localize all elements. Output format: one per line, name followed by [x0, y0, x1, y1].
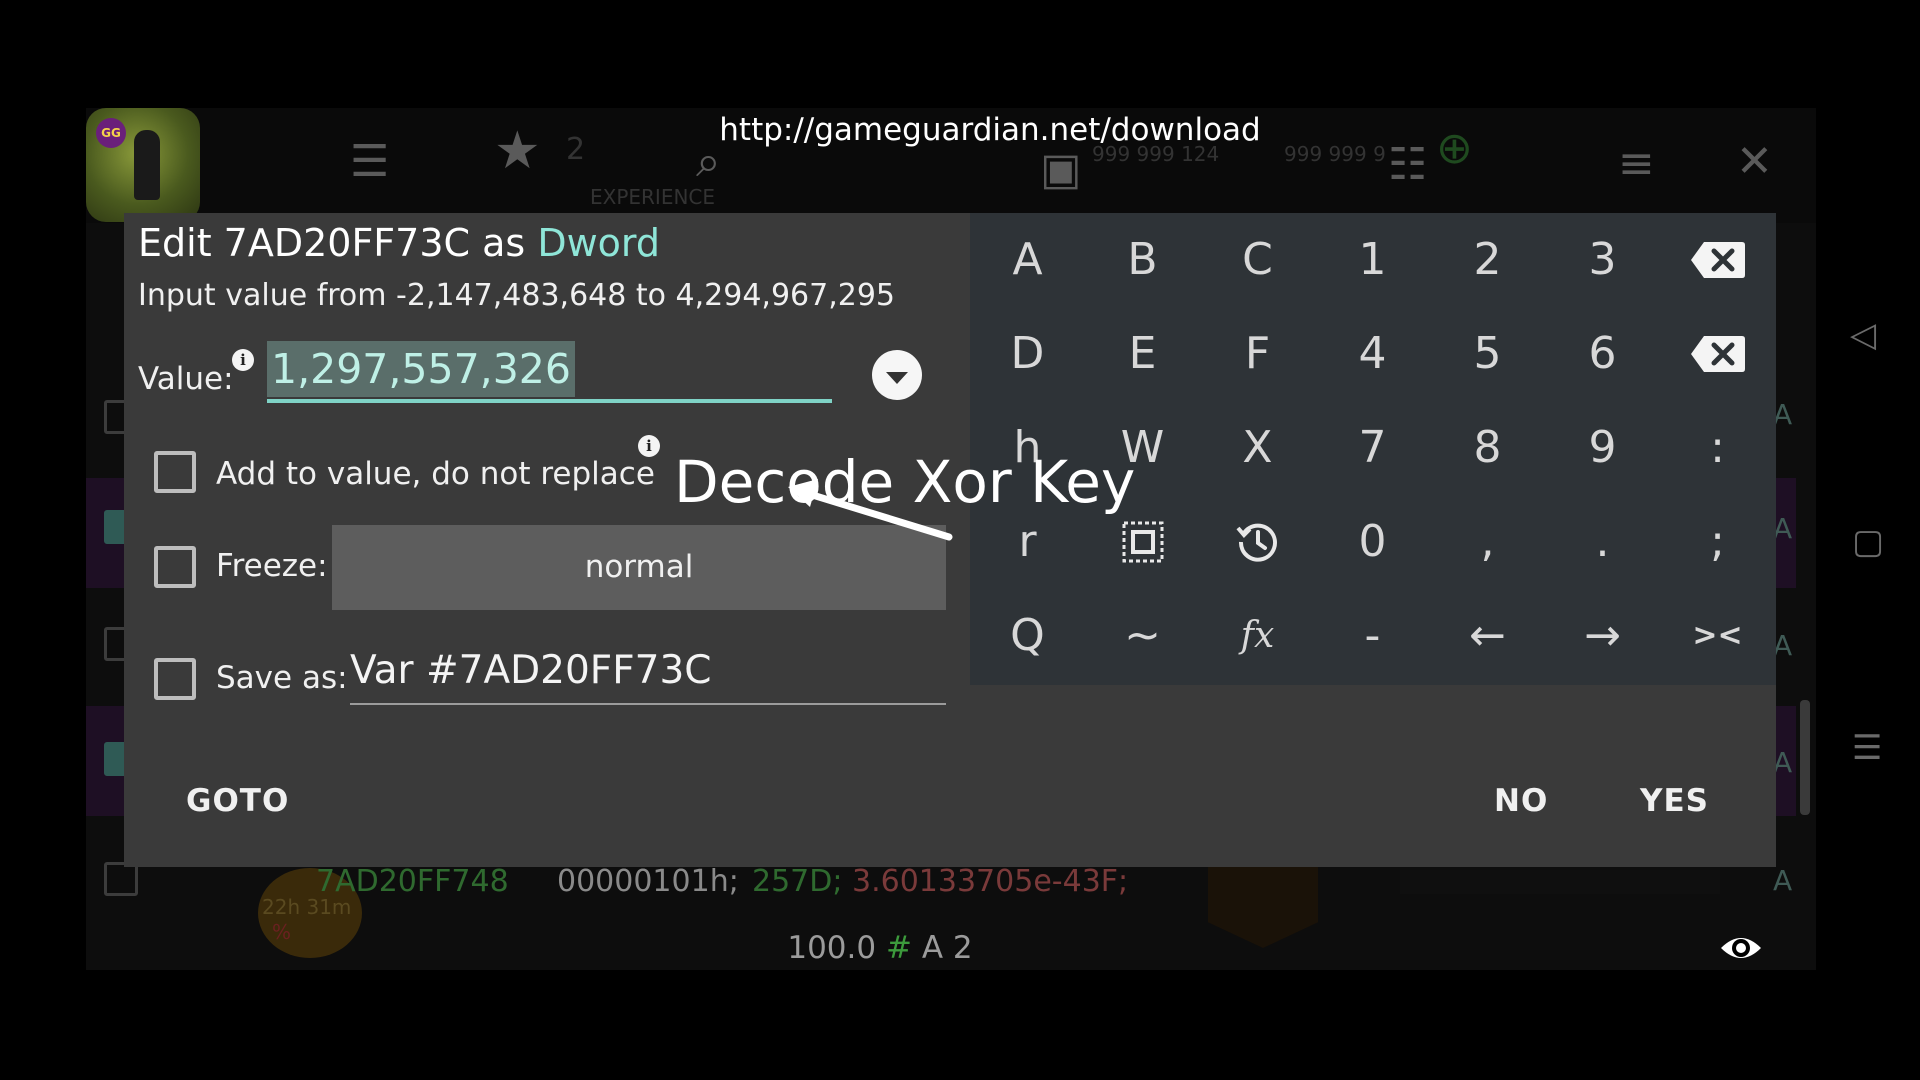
back-nav-icon[interactable]: ◁: [1850, 315, 1876, 355]
save-as-checkbox[interactable]: [154, 658, 196, 700]
key-c[interactable]: C: [1200, 213, 1315, 307]
key-0[interactable]: 0: [1315, 495, 1430, 589]
speed-value: 100.0: [787, 930, 877, 966]
row-address: 7AD20FF748: [316, 864, 509, 899]
timer-percent: %: [272, 920, 292, 944]
no-button[interactable]: NO: [1494, 783, 1548, 819]
save-icon[interactable]: ▣: [1040, 148, 1082, 192]
row-float-value: 3.60133705e-43F;: [852, 864, 1129, 899]
region-value: A: [921, 930, 944, 966]
row-dec-value: 257D;: [752, 864, 843, 899]
eye-icon[interactable]: [1718, 928, 1764, 968]
ninja-figure-icon: [134, 130, 160, 200]
key-8[interactable]: 8: [1430, 401, 1545, 495]
select-all-icon: [1122, 521, 1163, 563]
row-type-label: A: [1773, 864, 1793, 897]
input-range-hint: Input value from -2,147,483,648 to 4,294…: [138, 278, 896, 313]
value-input[interactable]: 1,297,557,326: [267, 341, 832, 403]
recents-nav-icon[interactable]: ☰: [1852, 728, 1882, 768]
key-q[interactable]: Q: [970, 589, 1085, 683]
sliders-icon[interactable]: ☰: [350, 140, 389, 184]
key-e[interactable]: E: [1085, 307, 1200, 401]
history-key[interactable]: [1200, 495, 1315, 589]
close-icon[interactable]: ✕: [1736, 140, 1773, 184]
freeze-label[interactable]: Freeze:: [216, 548, 328, 584]
key-semicolon[interactable]: ;: [1660, 495, 1775, 589]
key-3[interactable]: 3: [1545, 213, 1660, 307]
key-period[interactable]: .: [1545, 495, 1660, 589]
list-icon[interactable]: ☷: [1388, 143, 1427, 187]
collapse-keyboard-key[interactable]: ><: [1660, 589, 1775, 683]
key-minus[interactable]: -: [1315, 589, 1430, 683]
gameguardian-app-icon[interactable]: GG: [86, 108, 200, 222]
value-label: Value:: [138, 361, 234, 397]
key-4[interactable]: 4: [1315, 307, 1430, 401]
dialog-title-prefix: Edit 7AD20FF73C as: [138, 221, 526, 265]
yes-button[interactable]: YES: [1640, 783, 1709, 819]
bg-progress-bar: [1400, 870, 1720, 894]
row-checkbox[interactable]: [104, 862, 138, 896]
star-icon: ★: [494, 121, 541, 181]
add-to-value-checkbox[interactable]: [154, 451, 196, 493]
annotation-label: Decode Xor Key: [674, 448, 1136, 516]
dialog-title: Edit 7AD20FF73C as Dword: [138, 221, 660, 265]
key-colon[interactable]: :: [1660, 401, 1775, 495]
url-watermark: http://gameguardian.net/download: [719, 112, 1261, 148]
chevron-down-icon: [886, 371, 908, 384]
freeze-checkbox[interactable]: [154, 546, 196, 588]
list-scrollbar[interactable]: [1800, 700, 1810, 815]
key-5[interactable]: 5: [1430, 307, 1545, 401]
row-hex-value: 00000101h;: [557, 864, 739, 899]
key-f[interactable]: F: [1200, 307, 1315, 401]
edit-value-dialog: Edit 7AD20FF73C as Dword Input value fro…: [124, 213, 1776, 867]
cursor-left-key[interactable]: ←: [1430, 589, 1545, 683]
value-type-link[interactable]: Dword: [537, 221, 660, 265]
hash-marker: #: [885, 930, 912, 966]
key-7[interactable]: 7: [1315, 401, 1430, 495]
key-tilde[interactable]: ~: [1085, 589, 1200, 683]
clear-key[interactable]: [1660, 307, 1775, 401]
menu-icon[interactable]: ≡: [1618, 142, 1655, 186]
backspace-key[interactable]: [1660, 213, 1775, 307]
save-as-input[interactable]: Var #7AD20FF73C: [350, 641, 946, 705]
key-2[interactable]: 2: [1430, 213, 1545, 307]
value-info-icon[interactable]: i: [232, 349, 254, 371]
key-1[interactable]: 1: [1315, 213, 1430, 307]
key-b[interactable]: B: [1085, 213, 1200, 307]
history-icon: [1235, 523, 1277, 562]
home-nav-icon[interactable]: ▢: [1852, 522, 1884, 562]
key-6[interactable]: 6: [1545, 307, 1660, 401]
add-icon[interactable]: ⊕: [1436, 127, 1473, 171]
backspace-icon: [1690, 242, 1745, 278]
add-to-value-info-icon[interactable]: i: [638, 435, 660, 457]
value-input-text: 1,297,557,326: [267, 341, 575, 397]
key-9[interactable]: 9: [1545, 401, 1660, 495]
key-a[interactable]: A: [970, 213, 1085, 307]
key-x[interactable]: X: [1200, 401, 1315, 495]
key-d[interactable]: D: [970, 307, 1085, 401]
save-as-label[interactable]: Save as:: [216, 660, 348, 696]
clear-icon: [1690, 336, 1745, 372]
formula-key[interactable]: fx: [1200, 589, 1315, 683]
status-bar: 100.0 # A 2: [700, 930, 1060, 966]
goto-button[interactable]: GOTO: [186, 783, 289, 819]
experience-label: EXPERIENCE: [590, 185, 716, 209]
result-count: 2: [952, 930, 973, 966]
add-to-value-label[interactable]: Add to value, do not replace: [216, 456, 655, 492]
key-comma[interactable]: ,: [1430, 495, 1545, 589]
value-history-dropdown-button[interactable]: [872, 350, 922, 400]
cursor-right-key[interactable]: →: [1545, 589, 1660, 683]
gg-logo-icon: GG: [96, 118, 126, 148]
